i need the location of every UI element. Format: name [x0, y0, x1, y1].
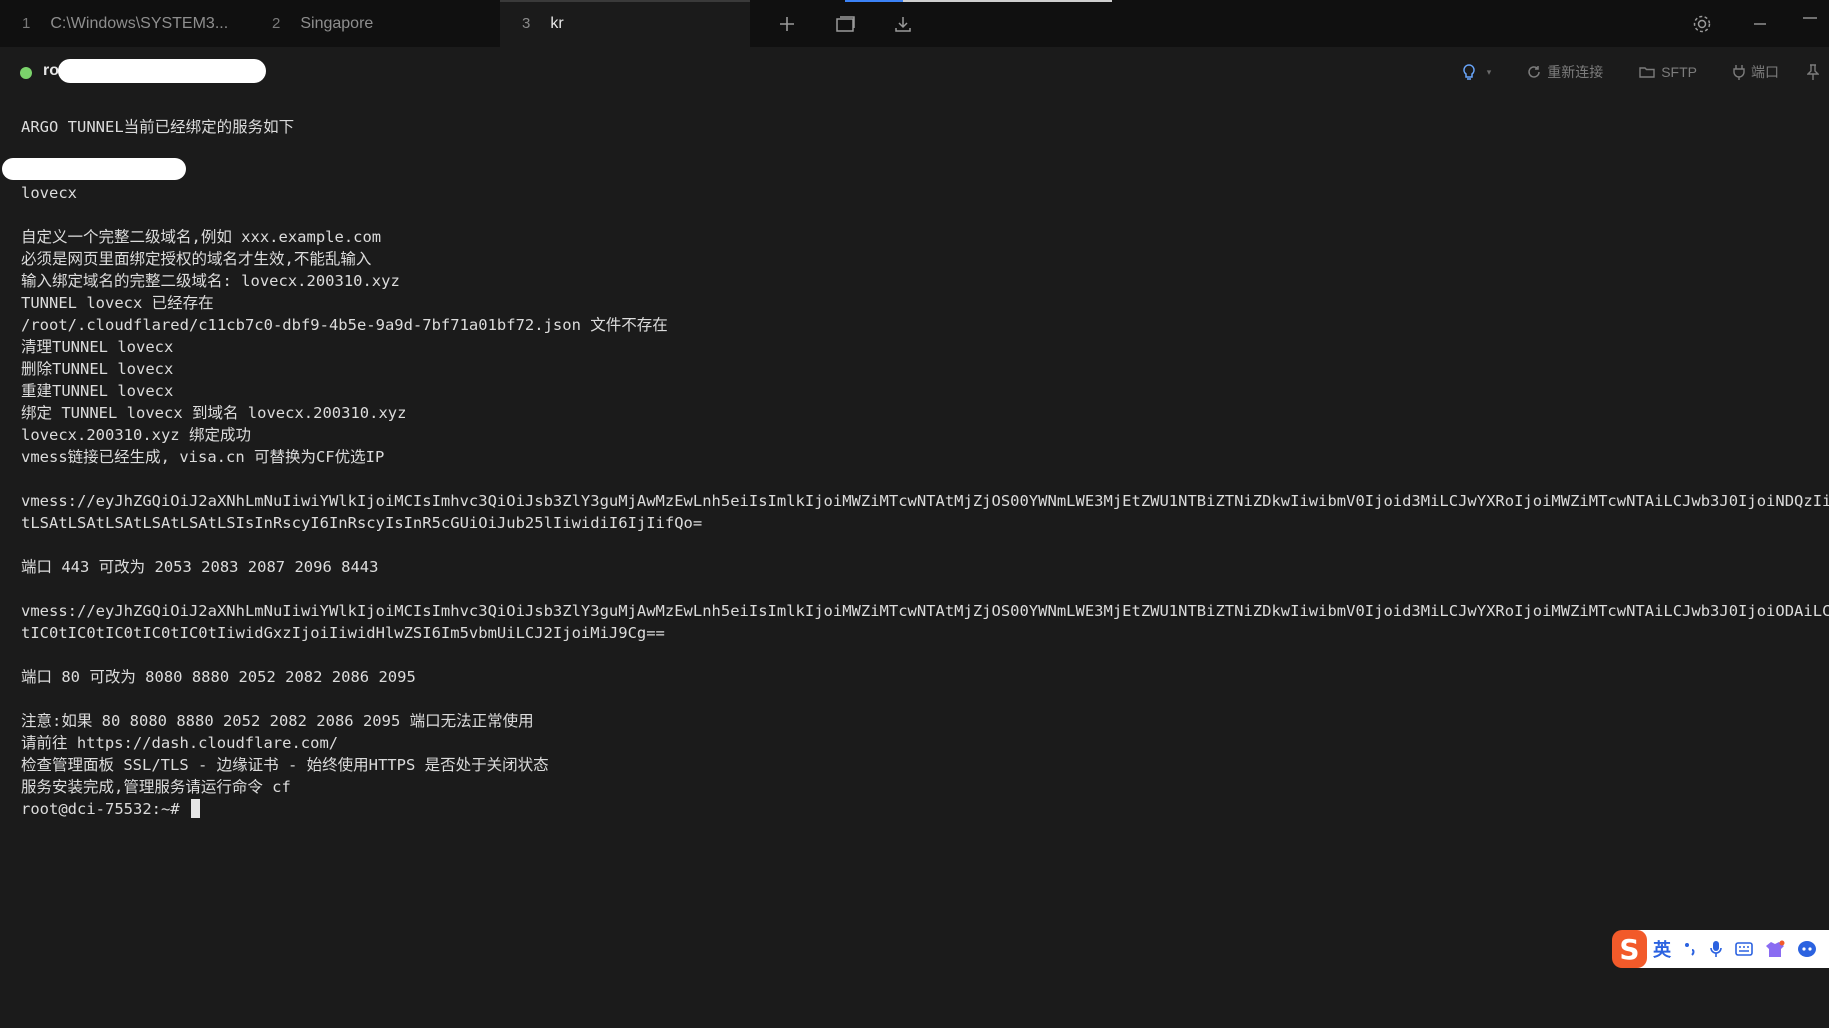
tab-label: C:\Windows\SYSTEM3...	[50, 14, 229, 32]
redacted-host	[58, 59, 266, 83]
terminal-line: tIC0tIC0tIC0tIC0tIC0tIiwidGxzIjoiIiwidHl…	[21, 624, 665, 642]
tab-number: 3	[522, 15, 531, 32]
ime-icons	[1683, 940, 1829, 958]
terminal-line: vmess链接已经生成, visa.cn 可替换为CF优选IP	[21, 448, 385, 466]
terminal-line: /root/.cloudflared/c11cb7c0-dbf9-4b5e-9a…	[21, 316, 668, 334]
tab-number: 2	[272, 15, 281, 32]
tab-bar: 1 C:\Windows\SYSTEM3... 2 Singapore 3 kr	[0, 0, 1829, 47]
terminal-line: 注意:如果 80 8080 8880 2052 2082 2086 2095 端…	[21, 712, 534, 730]
terminal-line: 输入绑定域名的完整二级域名: lovecx.200310.xyz	[21, 272, 400, 290]
terminal-cursor	[190, 799, 200, 818]
terminal-line: TUNNEL lovecx 已经存在	[21, 294, 214, 312]
terminal-line: 请前往 https://dash.cloudflare.com/	[21, 734, 339, 752]
ime-toolbar[interactable]: S 英	[1612, 930, 1829, 968]
terminal-line: 绑定 TUNNEL lovecx 到域名 lovecx.200310.xyz	[21, 404, 407, 422]
new-tab-plus-icon[interactable]	[758, 15, 816, 33]
tab-3[interactable]: 3 kr	[500, 0, 750, 47]
tab-number: 1	[22, 15, 31, 32]
session-tools: ▾ 重新连接 SFTP 端口	[1425, 47, 1829, 97]
terminal-line: 重建TUNNEL lovecx	[21, 382, 174, 400]
maximize-icon[interactable]	[1789, 16, 1829, 32]
redacted-line	[2, 158, 186, 180]
tab-progress-line	[845, 0, 1112, 2]
pin-button[interactable]	[1807, 64, 1825, 80]
microphone-icon[interactable]	[1709, 940, 1723, 958]
terminal-line: vmess://eyJhZGQiOiJ2aXNhLmNuIiwiYWlkIjoi…	[21, 602, 1829, 620]
punctuation-icon[interactable]	[1683, 941, 1697, 957]
window-tiles-icon[interactable]	[816, 14, 874, 34]
shell-prompt: root@dci-75532:~#	[21, 800, 180, 818]
skin-shirt-icon[interactable]	[1765, 940, 1785, 958]
tab-label: Singapore	[300, 14, 374, 32]
lightbulb-icon	[1461, 63, 1477, 81]
terminal-output[interactable]: ARGO TUNNEL当前已经绑定的服务如下 lovecx 自定义一个完整二级域名,…	[21, 116, 1829, 820]
terminal-line: vmess://eyJhZGQiOiJ2aXNhLmNuIiwiYWlkIjoi…	[21, 492, 1829, 510]
reconnect-label: 重新连接	[1547, 64, 1604, 80]
hint-bulb-button[interactable]: ▾	[1461, 63, 1492, 81]
chevron-down-icon: ▾	[1486, 66, 1492, 77]
tab-actions	[758, 0, 932, 47]
tab-bar-right	[1673, 0, 1829, 47]
terminal-line: 删除TUNNEL lovecx	[21, 360, 174, 378]
terminal-line: lovecx	[21, 184, 77, 202]
download-icon[interactable]	[874, 14, 932, 34]
port-button[interactable]: 端口	[1733, 62, 1779, 82]
sogou-logo-icon: S	[1612, 930, 1647, 968]
session-bar: ro ▾ 重新连接 SFTP 端口	[0, 47, 1829, 97]
minimize-icon[interactable]	[1731, 15, 1789, 33]
host-label: ro	[43, 62, 59, 79]
terminal-line: 端口 80 可改为 8080 8880 2052 2082 2086 2095	[21, 668, 416, 686]
terminal-line: lovecx.200310.xyz 绑定成功	[21, 426, 251, 444]
assistant-face-icon[interactable]	[1797, 940, 1817, 958]
folder-icon	[1639, 65, 1655, 79]
terminal-line: 自定义一个完整二级域名,例如 xxx.example.com	[21, 228, 382, 246]
keyboard-icon[interactable]	[1735, 942, 1753, 956]
terminal-line: 检查管理面板 SSL/TLS - 边缘证书 - 始终使用HTTPS 是否处于关闭…	[21, 756, 549, 774]
terminal-line: 清理TUNNEL lovecx	[21, 338, 174, 356]
terminal-line: 端口 443 可改为 2053 2083 2087 2096 8443	[21, 558, 379, 576]
connection-status-dot	[20, 67, 32, 79]
tab-progress-accent	[845, 0, 903, 2]
refresh-icon	[1527, 65, 1541, 79]
terminal-line: 服务安装完成,管理服务请运行命令 cf	[21, 778, 291, 796]
port-label: 端口	[1751, 64, 1779, 80]
settings-gear-icon[interactable]	[1673, 13, 1731, 35]
terminal-line: 必须是网页里面绑定授权的域名才生效,不能乱输入	[21, 250, 372, 268]
plug-icon	[1733, 64, 1745, 80]
tab-2[interactable]: 2 Singapore	[250, 0, 500, 47]
terminal-line: ARGO TUNNEL当前已经绑定的服务如下	[21, 118, 295, 136]
pin-icon	[1807, 64, 1819, 80]
tab-1[interactable]: 1 C:\Windows\SYSTEM3...	[0, 0, 250, 47]
terminal-line: tLSAtLSAtLSAtLSAtLSAtLSIsInRscyI6InRscyI…	[21, 514, 703, 532]
ime-mode-label[interactable]: 英	[1653, 936, 1671, 962]
reconnect-button[interactable]: 重新连接	[1527, 62, 1603, 82]
sftp-label: SFTP	[1661, 64, 1697, 80]
tab-label: kr	[550, 14, 564, 32]
sftp-button[interactable]: SFTP	[1639, 64, 1697, 80]
terminal-prompt-line: root@dci-75532:~#	[21, 798, 1829, 820]
